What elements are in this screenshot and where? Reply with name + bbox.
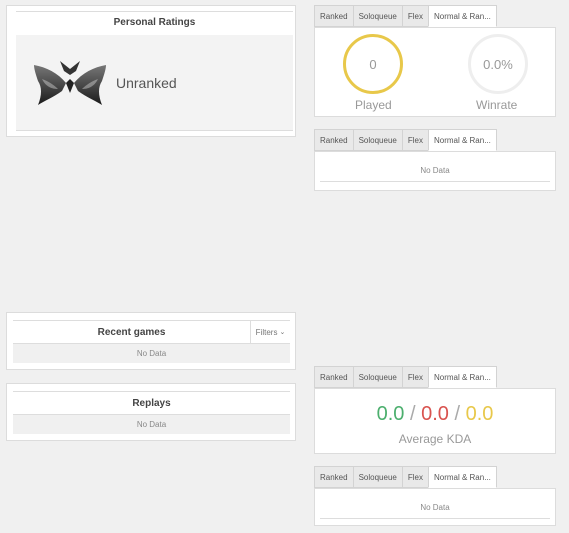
winrate-ring: 0.0%	[468, 34, 528, 94]
winrate-value: 0.0%	[483, 56, 513, 72]
recent-games-panel: Recent games Filters ⌄ No Data	[6, 312, 296, 370]
tab-soloqueue[interactable]: Soloqueue	[352, 466, 402, 488]
kda-deaths: 0.0	[421, 403, 449, 425]
tab-flex[interactable]: Flex	[401, 129, 428, 151]
kda-assists: 0.0	[465, 403, 494, 425]
rank-box: Unranked	[16, 35, 293, 131]
stats-tabs: Ranked Soloqueue Flex Normal & Ran...	[314, 5, 497, 27]
tab-flex[interactable]: Flex	[401, 466, 428, 488]
personal-ratings-header: Personal Ratings	[16, 11, 293, 33]
recent-games-empty: No Data	[13, 343, 290, 363]
personal-ratings-panel: Personal Ratings Unranked	[6, 5, 296, 137]
kda-tabs: Ranked Soloqueue Flex Normal & Ran...	[314, 366, 497, 388]
winrate-label: Winrate	[476, 98, 518, 112]
recent-games-title: Recent games	[97, 326, 166, 338]
bottom-tabs: Ranked Soloqueue Flex Normal & Ran...	[314, 466, 497, 488]
kda-separator: /	[454, 403, 461, 425]
tab-ranked[interactable]: Ranked	[314, 366, 353, 388]
no-data-text: No Data	[320, 160, 550, 182]
played-ring: 0	[343, 34, 403, 94]
rank-label: Unranked	[116, 75, 177, 91]
recent-games-header: Recent games Filters ⌄	[13, 320, 290, 343]
replays-empty: No Data	[13, 414, 290, 434]
kda-separator: /	[409, 403, 416, 425]
kda-values: 0.0 / 0.0 / 0.0	[315, 403, 555, 426]
played-value: 0	[369, 56, 377, 72]
tab-normal-ranked[interactable]: Normal & Ran...	[427, 366, 497, 388]
tab-normal-ranked[interactable]: Normal & Ran...	[427, 129, 497, 151]
tab-normal-ranked[interactable]: Normal & Ran...	[427, 5, 497, 27]
champion-card: No Data	[314, 151, 556, 191]
tab-flex[interactable]: Flex	[401, 5, 428, 27]
personal-ratings-title: Personal Ratings	[113, 17, 196, 28]
tab-soloqueue[interactable]: Soloqueue	[352, 366, 402, 388]
filters-label: Filters	[255, 327, 278, 337]
tab-soloqueue[interactable]: Soloqueue	[352, 5, 402, 27]
bottom-card: No Data	[314, 488, 556, 526]
played-label: Played	[355, 98, 392, 112]
tab-normal-ranked[interactable]: Normal & Ran...	[427, 466, 497, 488]
replays-title: Replays	[132, 397, 171, 409]
tab-flex[interactable]: Flex	[401, 366, 428, 388]
kda-kills: 0.0	[376, 403, 405, 425]
filters-button[interactable]: Filters ⌄	[250, 321, 290, 343]
no-data-text: No Data	[320, 497, 550, 519]
tab-ranked[interactable]: Ranked	[314, 466, 353, 488]
replays-panel: Replays No Data	[6, 383, 296, 441]
tab-ranked[interactable]: Ranked	[314, 5, 353, 27]
kda-label: Average KDA	[398, 432, 472, 446]
chevron-down-icon: ⌄	[279, 329, 286, 336]
kda-card: 0.0 / 0.0 / 0.0 Average KDA	[314, 388, 556, 454]
unranked-emblem-icon	[34, 61, 106, 105]
played-winrate-card: 0 Played 0.0% Winrate	[314, 27, 556, 117]
champion-tabs: Ranked Soloqueue Flex Normal & Ran...	[314, 129, 497, 151]
tab-soloqueue[interactable]: Soloqueue	[352, 129, 402, 151]
tab-ranked[interactable]: Ranked	[314, 129, 353, 151]
replays-header: Replays	[13, 391, 290, 414]
